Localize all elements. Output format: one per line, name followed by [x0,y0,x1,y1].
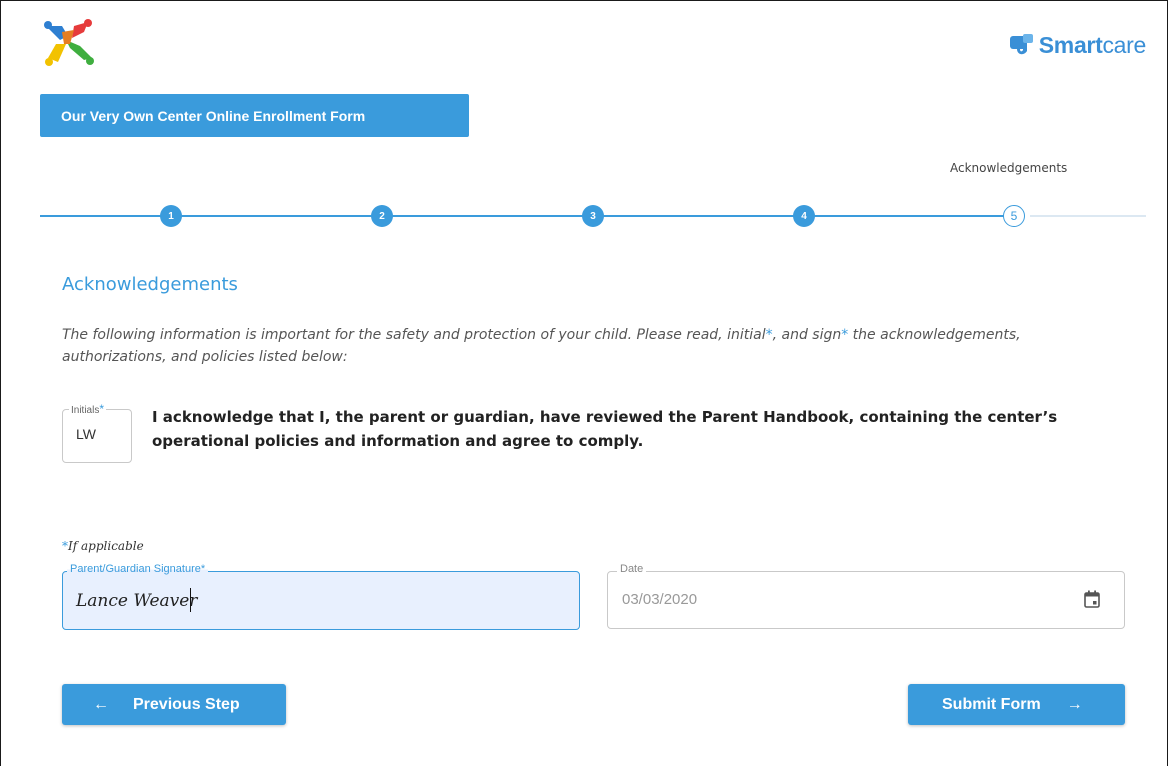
step-3[interactable]: 3 [582,205,604,227]
intro-part-1: The following information is important f… [62,327,766,343]
required-mark: * [99,402,105,416]
step-2[interactable]: 2 [371,205,393,227]
signature-value: Lance Weaver [76,591,198,611]
required-mark: * [765,327,773,343]
required-mark: * [200,563,206,575]
form-title-button[interactable]: Our Very Own Center Online Enrollment Fo… [40,94,469,137]
calendar-icon[interactable] [1084,590,1100,608]
brand-name-bold: Smart [1038,31,1103,58]
date-value: 03/03/2020 [622,591,698,608]
smartcare-logo-icon [1009,34,1033,55]
intro-text: The following information is important f… [62,324,1082,368]
submit-form-button[interactable]: Submit Form → [908,684,1125,725]
arrow-left-icon: ← [93,695,109,713]
previous-step-button[interactable]: ← Previous Step [62,684,286,725]
current-step-caption: Acknowledgements [950,161,1068,175]
submit-form-label: Submit Form [942,695,1041,713]
date-label: Date [617,563,647,575]
center-logo [44,19,94,66]
step-1[interactable]: 1 [160,205,182,227]
signature-label-text: Parent/Guardian Signature [70,563,201,575]
initials-value: LW [76,426,96,442]
signature-label: Parent/Guardian Signature* [67,563,209,575]
form-title-label: Our Very Own Center Online Enrollment Fo… [61,107,366,124]
stepper-track-remaining [1030,215,1146,217]
smartcare-brand: Smartcare [1009,30,1146,60]
brand-name: Smartcare [1038,31,1147,59]
initials-field[interactable] [62,409,132,463]
brand-name-light: care [1102,31,1146,58]
text-caret [190,588,191,612]
step-4[interactable]: 4 [793,205,815,227]
arrow-right-icon: → [1066,695,1083,713]
initials-label: Initials* [69,402,107,416]
if-applicable-note: *If applicable [62,539,144,553]
note-text: If applicable [68,539,144,553]
previous-step-label: Previous Step [133,695,240,713]
acknowledgement-text: I acknowledge that I, the parent or guar… [152,408,1058,450]
initials-label-text: Initials [71,405,100,416]
intro-part-2: , and sign [772,327,842,343]
stepper-track-completed [40,215,1006,217]
step-5[interactable]: 5 [1003,205,1025,227]
section-title: Acknowledgements [62,274,238,295]
